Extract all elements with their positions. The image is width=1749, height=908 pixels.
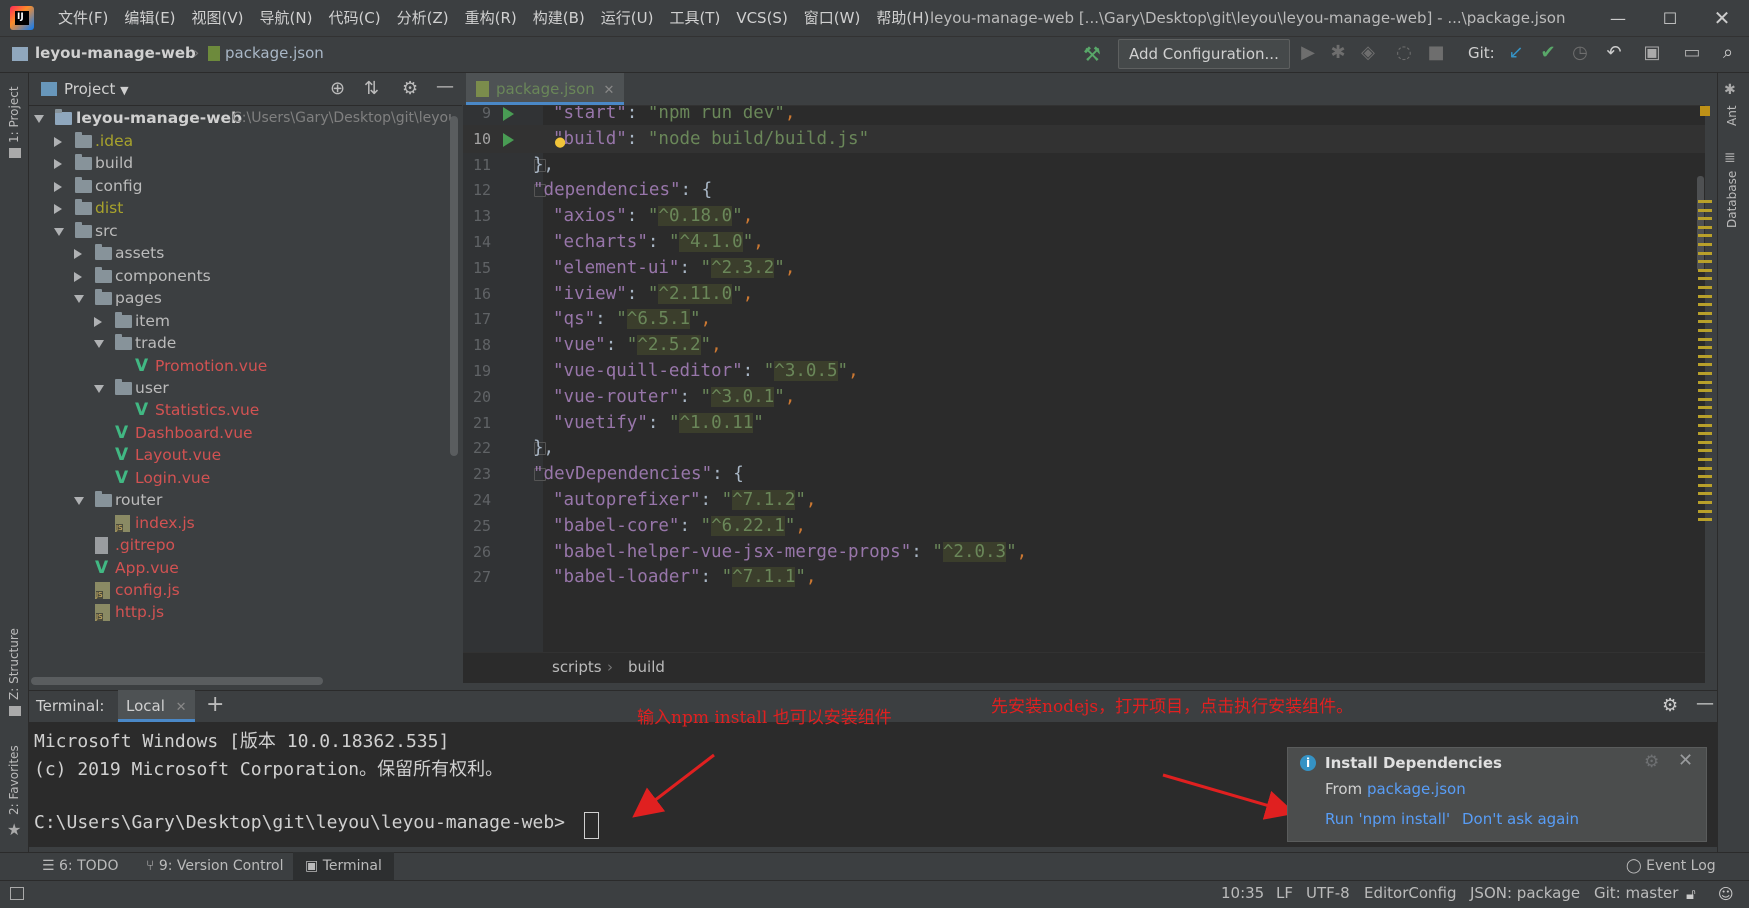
arrow-to-run-npm xyxy=(1162,773,1296,820)
version-control-label: 9: Version Control xyxy=(158,858,284,874)
info-icon: i xyxy=(1300,755,1316,771)
event-log-button[interactable]: ◯ Event Log xyxy=(1626,852,1716,880)
terminal-icon: ▣ xyxy=(305,858,319,874)
toggle-tool-windows-icon[interactable] xyxy=(10,887,24,900)
todo-list-icon: ☰ xyxy=(42,858,55,874)
close-notification-icon[interactable]: ✕ xyxy=(1678,750,1693,771)
event-log-icon: ◯ xyxy=(1626,858,1642,874)
notification-title: Install Dependencies xyxy=(1325,754,1502,772)
terminal-tool-label: Terminal xyxy=(322,858,382,874)
git-branch-status[interactable]: Git: master xyxy=(1594,880,1678,907)
event-log-label: Event Log xyxy=(1646,858,1716,874)
cursor-position[interactable]: 10:35 xyxy=(1221,880,1264,907)
dont-ask-again-link[interactable]: Don't ask again xyxy=(1462,810,1579,828)
branch-icon: ⑂ xyxy=(146,858,155,874)
json-schema-status[interactable]: JSON: package xyxy=(1470,880,1580,907)
version-control-tool-button[interactable]: ⑂ 9: Version Control xyxy=(146,852,283,880)
terminal-tool-button[interactable]: ▣ Terminal xyxy=(293,852,394,880)
run-npm-install-link[interactable]: Run 'npm install' xyxy=(1325,810,1450,828)
lock-icon[interactable]: 🔓︎ xyxy=(1686,885,1696,903)
notification-source: From package.json xyxy=(1325,780,1466,798)
notification-from-label: From xyxy=(1325,780,1363,798)
package-json-link[interactable]: package.json xyxy=(1367,780,1466,798)
editorconfig-status[interactable]: EditorConfig xyxy=(1364,880,1457,907)
todo-label: 6: TODO xyxy=(59,858,119,874)
inspector-person-icon[interactable]: ☺ xyxy=(1718,885,1734,903)
file-encoding[interactable]: UTF-8 xyxy=(1306,880,1350,907)
line-separator[interactable]: LF xyxy=(1276,880,1293,907)
todo-tool-button[interactable]: ☰ 6: TODO xyxy=(42,852,118,880)
notification-settings-gear-icon[interactable]: ⚙ xyxy=(1644,752,1659,772)
arrow-to-prompt xyxy=(632,753,715,818)
